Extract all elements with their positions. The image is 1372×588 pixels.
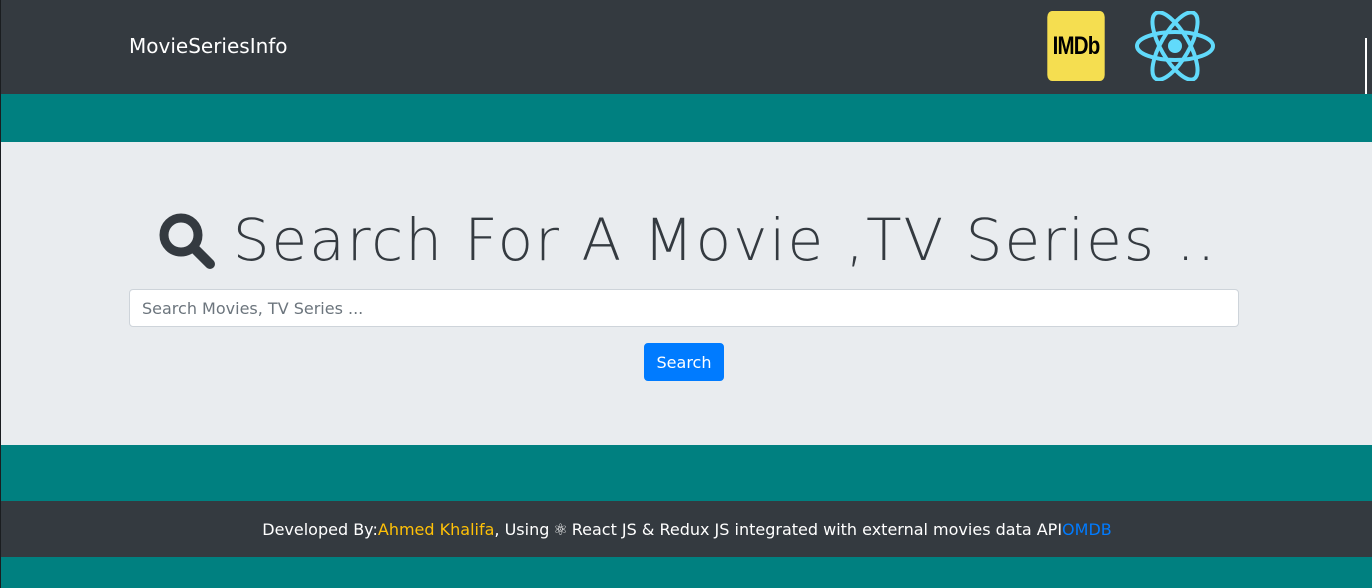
footer-prefix: Developed By: xyxy=(262,519,378,539)
navbar-brand[interactable]: MovieSeriesInfo xyxy=(129,34,288,58)
footer-omdb-link[interactable]: OMDB xyxy=(1062,520,1112,539)
scrollbar-edge xyxy=(1365,38,1367,94)
footer-using-text: , Using xyxy=(494,519,550,539)
search-jumbotron: Search For A Movie ,TV Series .. Search xyxy=(1,142,1372,445)
page: MovieSeriesInfo IMDb Search For A Movie … xyxy=(0,0,1372,588)
search-heading-text: Search For A Movie ,TV Series .. xyxy=(232,206,1218,274)
react-atom-icon[interactable] xyxy=(1134,11,1216,81)
footer-description: React JS & Redux JS integrated with exte… xyxy=(571,519,1063,539)
navbar: MovieSeriesInfo IMDb xyxy=(1,0,1372,94)
search-icon xyxy=(159,213,215,269)
imdb-logo-text: IMDb xyxy=(1052,31,1101,60)
footer: Developed By: Ahmed Khalifa , Using ⚛ Re… xyxy=(1,501,1372,557)
search-input[interactable] xyxy=(129,289,1239,327)
imdb-logo[interactable]: IMDb xyxy=(1047,11,1105,81)
footer-author-link[interactable]: Ahmed Khalifa xyxy=(378,520,495,539)
atom-icon: ⚛ xyxy=(553,519,568,539)
search-heading: Search For A Movie ,TV Series .. xyxy=(1,202,1372,278)
search-button[interactable]: Search xyxy=(644,343,724,381)
